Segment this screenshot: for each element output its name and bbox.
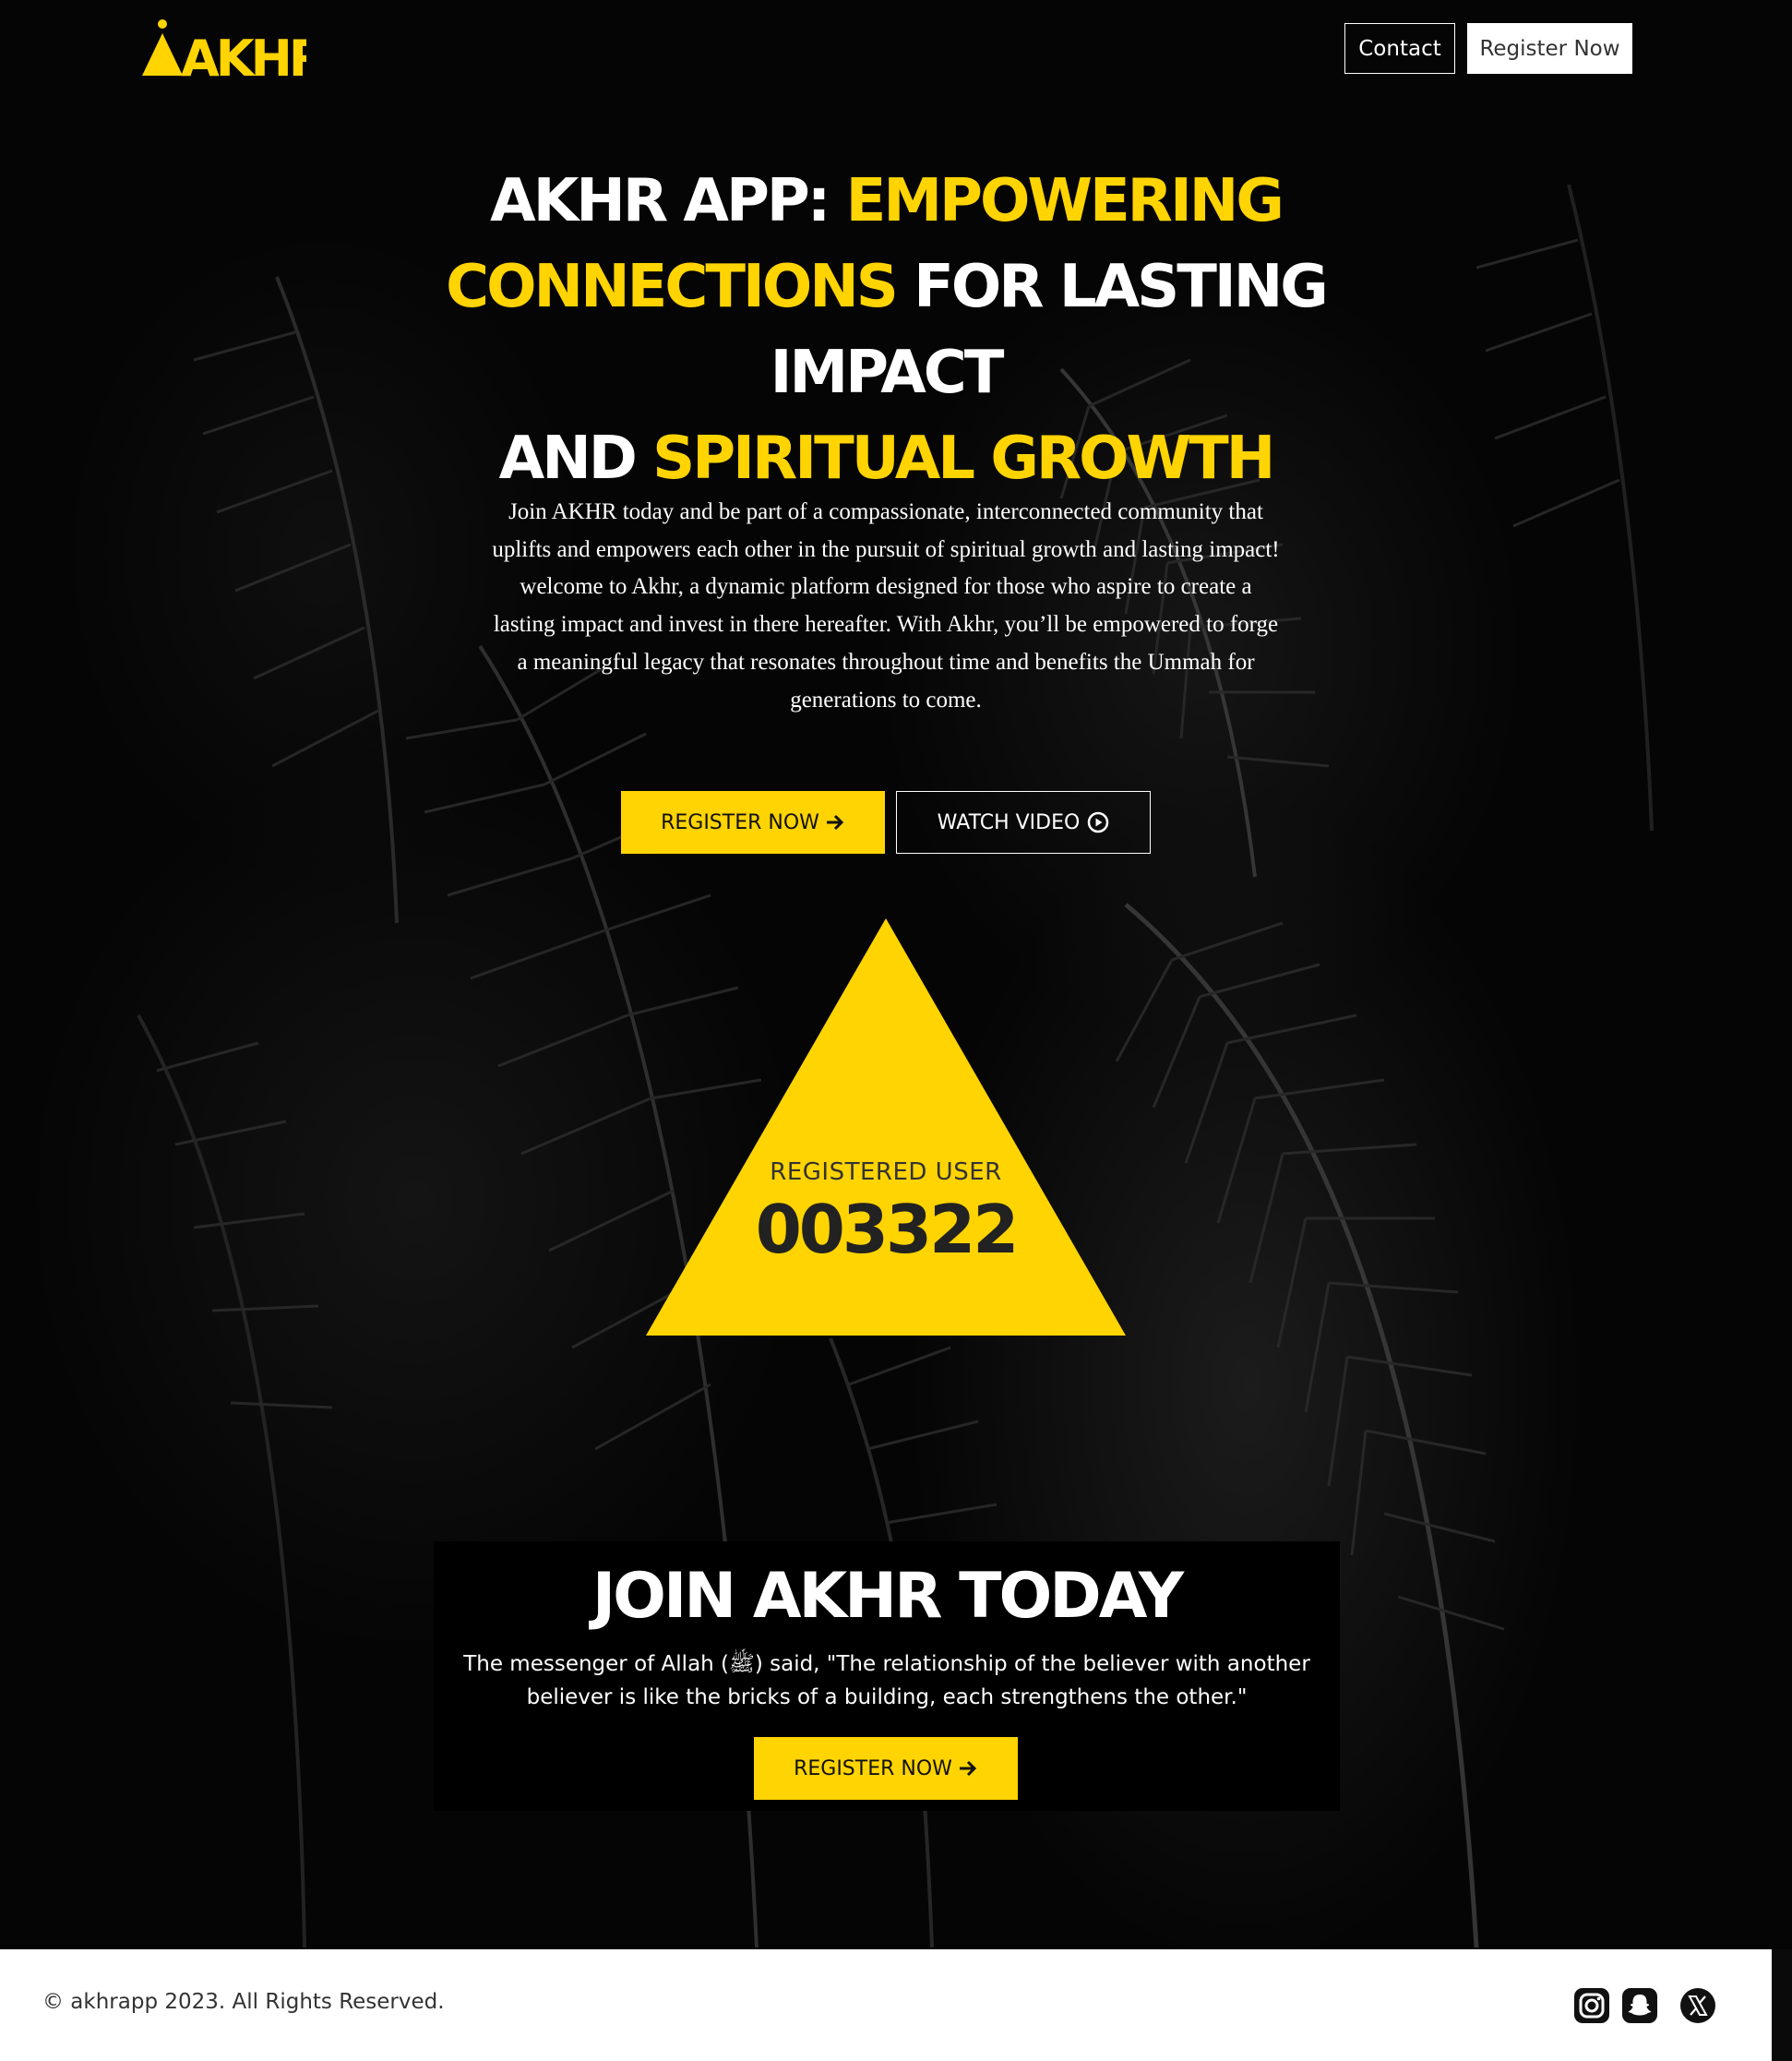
arrow-right-icon <box>959 1760 977 1777</box>
page-edge <box>1772 1949 1792 2061</box>
hero-register-now-button[interactable]: REGISTER NOW <box>621 791 885 854</box>
svg-text:AKHR: AKHR <box>181 30 306 79</box>
hero-title-highlight: EMPOWERING <box>845 167 1284 235</box>
hero-title: AKHR APP: EMPOWERING CONNECTIONS FOR LAST… <box>351 159 1421 502</box>
instagram-icon[interactable] <box>1572 1986 1611 2025</box>
play-circle-icon <box>1088 811 1109 833</box>
registered-user-count: 003322 <box>755 1191 1020 1268</box>
join-register-now-button[interactable]: REGISTER NOW <box>754 1737 1018 1800</box>
register-now-header-button[interactable]: Register Now <box>1467 23 1632 74</box>
join-section: JOIN AKHR TODAY The messenger of Allah (… <box>434 1541 1340 1811</box>
contact-button[interactable]: Contact <box>1344 23 1455 74</box>
hero-title-part: AKHR APP: <box>490 167 846 235</box>
hero-title-part: AND <box>498 425 653 493</box>
x-twitter-icon[interactable] <box>1679 1986 1717 2025</box>
registered-user-label: REGISTERED USER <box>770 1158 1002 1186</box>
join-title: JOIN AKHR TODAY <box>591 1560 1184 1633</box>
watch-video-label: WATCH VIDEO <box>937 810 1081 834</box>
snapchat-icon[interactable] <box>1620 1986 1659 2025</box>
hero-description: Join AKHR today and be part of a compass… <box>492 499 1280 713</box>
register-now-label: REGISTER NOW <box>794 1756 952 1780</box>
hadith-quote: The messenger of Allah (ﷺ) said, "The re… <box>463 1652 1310 1709</box>
registered-users-triangle <box>646 918 1126 1336</box>
arrow-right-icon <box>826 814 844 831</box>
register-now-label: REGISTER NOW <box>661 810 819 834</box>
copyright-text: © akhrapp 2023. All Rights Reserved. <box>42 1990 445 2014</box>
footer: © akhrapp 2023. All Rights Reserved. <box>0 1949 1772 2061</box>
watch-video-button[interactable]: WATCH VIDEO <box>896 791 1151 854</box>
hero-title-highlight: CONNECTIONS <box>446 253 899 321</box>
akhr-logo[interactable]: AKHR <box>140 18 330 88</box>
hero-title-highlight: SPIRITUAL GROWTH <box>652 425 1275 493</box>
logo-mark: AKHR <box>142 19 330 88</box>
